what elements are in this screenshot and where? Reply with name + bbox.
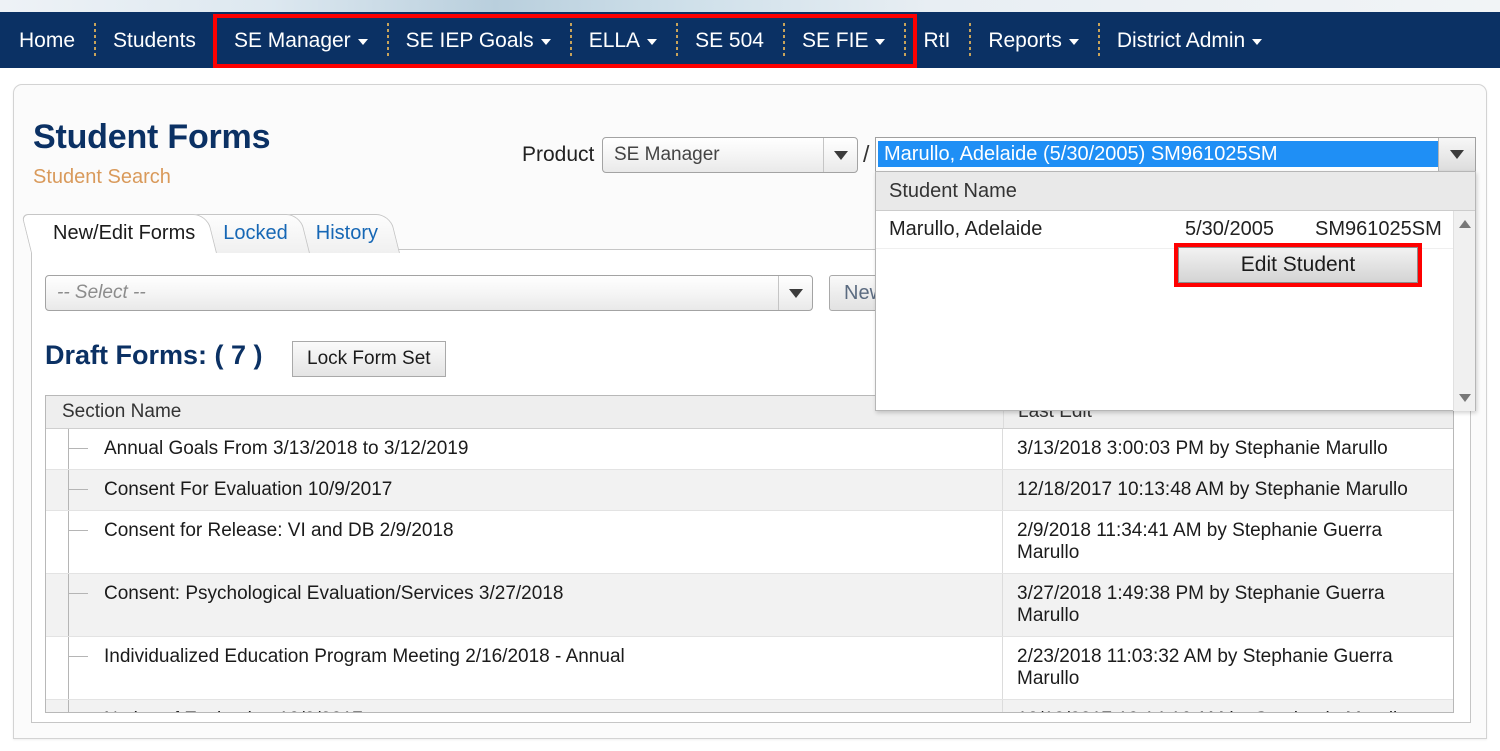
- tree-connector: [46, 511, 104, 573]
- cell-section-name: Consent for Release: VI and DB 2/9/2018: [104, 511, 1003, 573]
- table-row[interactable]: Consent for Release: VI and DB 2/9/2018 …: [46, 511, 1453, 574]
- chevron-down-icon: [833, 150, 848, 160]
- student-id: SM961025SM: [1315, 218, 1442, 240]
- product-select[interactable]: SE Manager: [602, 137, 858, 173]
- tree-connector: [46, 574, 104, 636]
- tree-connector: [46, 429, 104, 469]
- selector-separator: /: [863, 141, 870, 167]
- nav-item-label: SE FIE: [801, 28, 869, 52]
- edit-student-highlight-box: Edit Student: [1174, 243, 1422, 287]
- cell-section-name: Individualized Education Program Meeting…: [104, 637, 1003, 699]
- main-navigation-bar: Home Students SE Manager SE IEP Goals EL…: [0, 12, 1500, 68]
- tab-locked[interactable]: Locked: [191, 214, 310, 253]
- product-label: Product: [522, 143, 595, 166]
- student-select-arrow[interactable]: [1438, 138, 1475, 171]
- nav-item-reports[interactable]: Reports: [969, 12, 1098, 68]
- chevron-down-icon: [788, 288, 803, 298]
- nav-item-label: SE IEP Goals: [405, 28, 534, 52]
- caret-up-icon: [1459, 220, 1471, 228]
- tab-label: History: [315, 221, 378, 244]
- chevron-down-icon: [357, 39, 368, 45]
- student-select[interactable]: Marullo, Adelaide (5/30/2005) SM961025SM: [875, 137, 1476, 172]
- nav-item-se-504[interactable]: SE 504: [676, 12, 783, 68]
- nav-item-label: SE 504: [695, 28, 764, 52]
- nav-item-district-admin[interactable]: District Admin: [1097, 12, 1281, 68]
- scroll-down-button[interactable]: [1454, 387, 1476, 409]
- cell-last-edit: 3/13/2018 3:00:03 PM by Stephanie Marull…: [1017, 438, 1388, 459]
- student-name: Marullo, Adelaide: [889, 218, 1043, 240]
- cell-section-name: Consent: Psychological Evaluation/Servic…: [104, 574, 1003, 636]
- nav-item-label: ELLA: [588, 28, 641, 52]
- cell-section-name: Notice of Evaluation 10/9/2017: [104, 700, 1003, 712]
- student-dropdown-list: Marullo, Adelaide 5/30/2005 SM961025SM: [876, 211, 1475, 411]
- tab-label: Locked: [223, 221, 288, 244]
- cell-last-edit: 2/9/2018 11:34:41 AM by Stephanie Guerra…: [1017, 520, 1383, 563]
- tree-connector: [46, 700, 104, 712]
- nav-item-label: RtI: [923, 28, 951, 52]
- nav-item-rti[interactable]: RtI: [904, 12, 969, 68]
- student-select-value: Marullo, Adelaide (5/30/2005) SM961025SM: [878, 141, 1438, 167]
- caret-down-icon: [1459, 394, 1471, 402]
- cell-last-edit: 12/18/2017 10:14:16 AM by Stephanie Maru…: [1003, 700, 1453, 712]
- cell-last-edit: 2/23/2018 11:03:32 AM by Stephanie Guerr…: [1017, 646, 1393, 689]
- chevron-down-icon: [540, 39, 551, 45]
- chevron-down-icon: [1450, 150, 1464, 159]
- cell-last-edit: 12/18/2017 10:13:48 AM by Stephanie Maru…: [1017, 479, 1408, 500]
- student-search-link[interactable]: Student Search: [33, 166, 171, 189]
- nav-item-label: Students: [113, 28, 196, 52]
- cell-last-edit: 3/27/2018 1:49:38 PM by Stephanie Guerra…: [1017, 583, 1385, 626]
- product-select-value: SE Manager: [614, 144, 720, 165]
- page-content-card: Student Forms Student Search Product SE …: [13, 84, 1487, 739]
- nav-item-students[interactable]: Students: [94, 12, 215, 68]
- cell-section-name: Consent For Evaluation 10/9/2017: [104, 470, 1003, 510]
- student-dob: 5/30/2005: [1185, 218, 1274, 240]
- product-select-arrow[interactable]: [823, 138, 857, 172]
- tree-connector: [46, 637, 104, 699]
- page-title: Student Forms: [33, 118, 271, 156]
- column-header-section-name[interactable]: Section Name: [46, 396, 1003, 428]
- chevron-down-icon: [647, 39, 658, 45]
- form-select[interactable]: -- Select --: [45, 275, 813, 311]
- nav-item-label: Reports: [988, 28, 1062, 52]
- nav-item-home[interactable]: Home: [0, 12, 94, 68]
- nav-item-se-fie[interactable]: SE FIE: [782, 12, 905, 68]
- table-row[interactable]: Consent: Psychological Evaluation/Servic…: [46, 574, 1453, 637]
- nav-item-label: SE Manager: [233, 28, 351, 52]
- table-row[interactable]: Individualized Education Program Meeting…: [46, 637, 1453, 700]
- student-dropdown-header: Student Name: [876, 172, 1475, 211]
- nav-item-se-manager[interactable]: SE Manager: [214, 12, 387, 68]
- chevron-down-icon: [1068, 39, 1079, 45]
- cell-section-name: Annual Goals From 3/13/2018 to 3/12/2019: [104, 429, 1003, 469]
- tab-new-edit-forms[interactable]: New/Edit Forms: [21, 214, 218, 253]
- forms-tab-bar: New/Edit Forms Locked History: [21, 212, 400, 253]
- table-row[interactable]: Consent For Evaluation 10/9/2017 12/18/2…: [46, 470, 1453, 511]
- browser-top-strip: [0, 0, 1500, 12]
- form-select-value: -- Select --: [57, 282, 146, 303]
- dropdown-scrollbar[interactable]: [1453, 211, 1475, 411]
- tab-label: New/Edit Forms: [53, 221, 196, 244]
- nav-item-label: District Admin: [1116, 28, 1246, 52]
- tree-connector: [46, 470, 104, 510]
- draft-forms-title: Draft Forms: ( 7 ): [45, 340, 263, 370]
- draft-forms-table: Section Name Last Edit Annual Goals From…: [45, 395, 1454, 713]
- lock-form-set-button-label: Lock Form Set: [307, 348, 431, 369]
- edit-student-button[interactable]: Edit Student: [1178, 247, 1418, 283]
- scroll-up-button[interactable]: [1454, 213, 1476, 235]
- chevron-down-icon: [875, 39, 886, 45]
- nav-item-ella[interactable]: ELLA: [569, 12, 676, 68]
- nav-item-label: Home: [19, 28, 76, 52]
- table-row[interactable]: Notice of Evaluation 10/9/2017 12/18/201…: [46, 700, 1453, 712]
- student-dropdown-header-label: Student Name: [889, 179, 1017, 202]
- edit-student-button-label: Edit Student: [1240, 253, 1356, 276]
- chevron-down-icon: [1252, 39, 1263, 45]
- student-dropdown-panel: Student Name Marullo, Adelaide 5/30/2005…: [875, 171, 1476, 411]
- nav-item-se-iep-goals[interactable]: SE IEP Goals: [386, 12, 570, 68]
- form-select-arrow[interactable]: [778, 276, 812, 310]
- table-row[interactable]: Annual Goals From 3/13/2018 to 3/12/2019…: [46, 429, 1453, 470]
- lock-form-set-button[interactable]: Lock Form Set: [292, 341, 446, 377]
